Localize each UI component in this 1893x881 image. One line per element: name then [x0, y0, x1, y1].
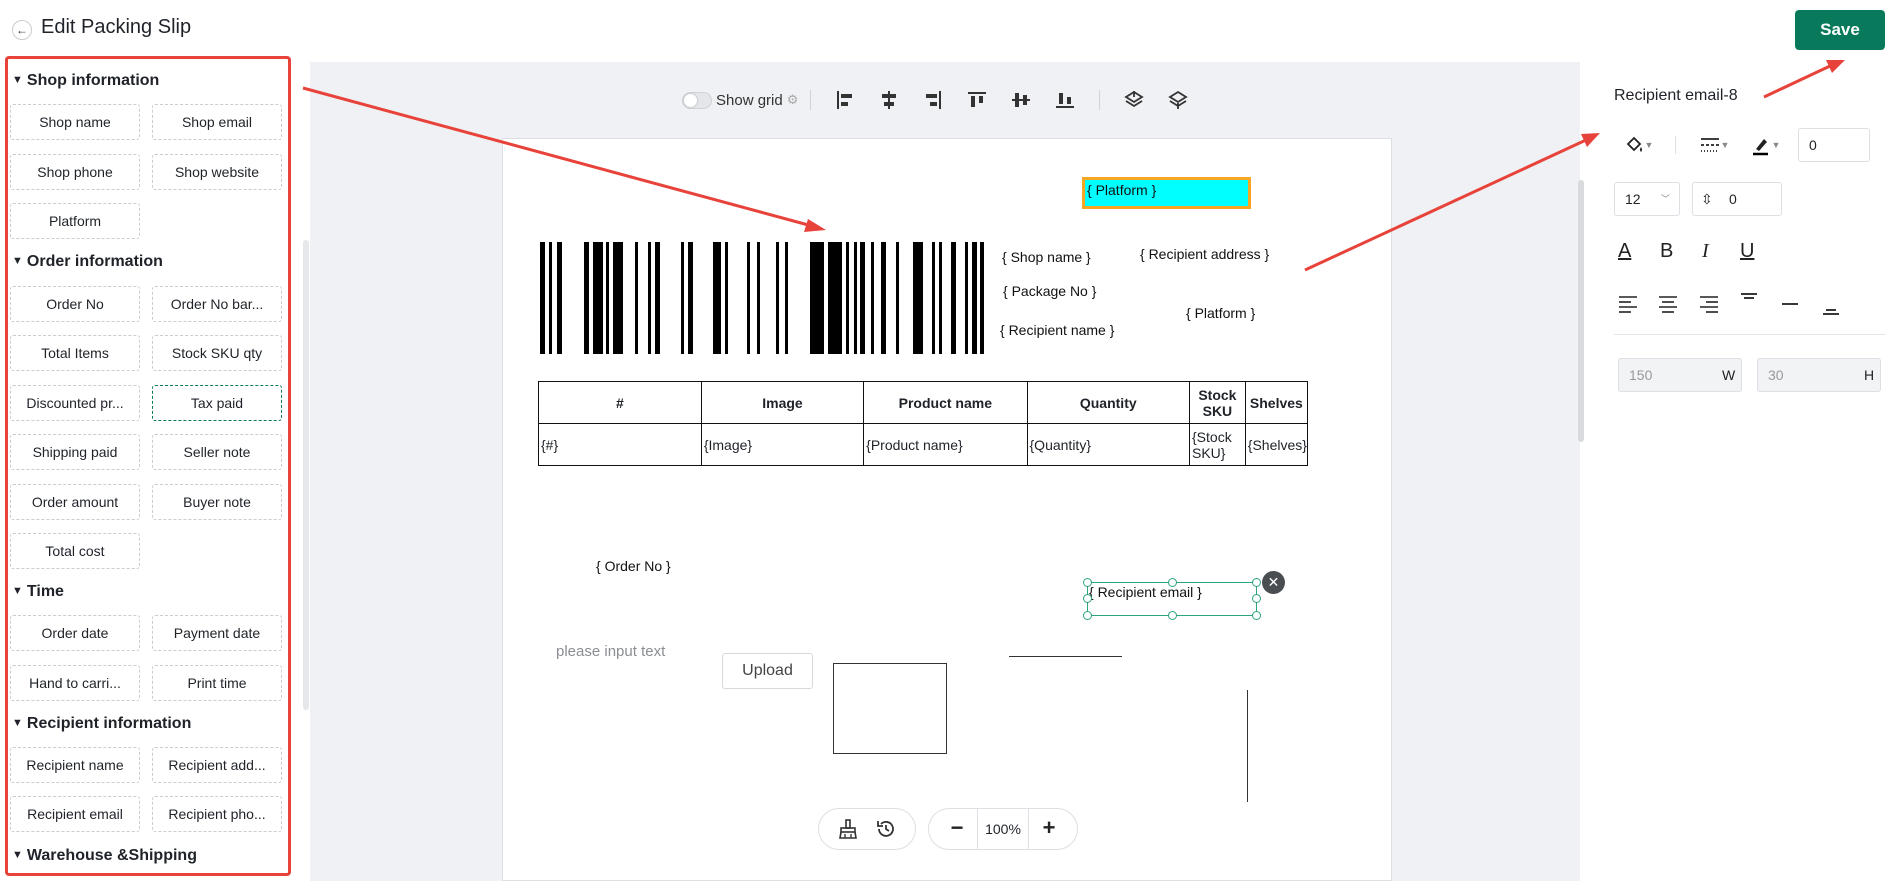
table-header-cell: Stock SKU — [1189, 381, 1246, 424]
underline-icon[interactable]: U — [1740, 240, 1754, 263]
shop-name-element[interactable]: { Shop name } — [1002, 249, 1091, 265]
left-panel-highlight-annotation — [5, 56, 291, 876]
border-style-icon[interactable]: ▼ — [1694, 132, 1734, 158]
table-header-cell: Image — [700, 381, 865, 424]
width-unit-label: W — [1722, 367, 1736, 383]
font-size-value: 12 — [1625, 191, 1641, 207]
resize-handle[interactable] — [1083, 611, 1092, 620]
height-unit-label: H — [1864, 367, 1875, 383]
clear-history-pill — [818, 808, 916, 850]
text-align-center-icon[interactable] — [1656, 292, 1680, 316]
zoom-in-button[interactable]: + — [1029, 809, 1069, 849]
recipient-email-text: { Recipient email } — [1089, 584, 1202, 600]
order-barcode[interactable] — [538, 242, 986, 354]
align-bottom-icon[interactable] — [1051, 86, 1079, 114]
panel-divider — [1614, 334, 1886, 335]
text-color-icon[interactable]: A — [1618, 240, 1631, 263]
panel-divider — [1675, 136, 1676, 154]
table-cell: {Shelves} — [1244, 423, 1309, 466]
align-left-icon[interactable] — [831, 86, 859, 114]
line-spacing-value: 0 — [1729, 191, 1737, 207]
table-header-cell: # — [538, 381, 702, 424]
align-center-icon[interactable] — [875, 86, 903, 114]
vertical-align-bottom-icon[interactable] — [1819, 296, 1843, 320]
table-header-cell: Product name — [863, 381, 1028, 424]
align-top-icon[interactable] — [963, 86, 991, 114]
text-align-right-icon[interactable] — [1697, 292, 1721, 316]
table-header-cell: Quantity — [1026, 381, 1190, 424]
save-button[interactable]: Save — [1795, 10, 1885, 50]
fill-color-bucket-icon[interactable]: ▼ — [1618, 132, 1658, 158]
platform-mid-element[interactable]: { Platform } — [1186, 305, 1255, 321]
text-align-left-icon[interactable] — [1616, 292, 1640, 316]
order-no-element[interactable]: { Order No } — [596, 558, 671, 574]
delete-element-close-icon[interactable]: ✕ — [1262, 571, 1285, 594]
recipient-name-element[interactable]: { Recipient name } — [1000, 322, 1114, 338]
resize-handle[interactable] — [1252, 611, 1261, 620]
header: ← Edit Packing Slip Save — [0, 0, 1893, 62]
bring-forward-icon[interactable] — [1120, 86, 1148, 114]
zoom-level: 100% — [977, 809, 1029, 849]
send-backward-icon[interactable] — [1164, 86, 1192, 114]
platform-top-element[interactable]: { Platform } — [1082, 177, 1251, 209]
page-title: Edit Packing Slip — [41, 16, 192, 38]
vertical-align-top-icon[interactable] — [1737, 288, 1761, 312]
table-row: {#} {Image} {Product name} {Quantity} {S… — [538, 423, 1309, 466]
table-cell: {Product name} — [863, 423, 1028, 466]
back-arrow-icon[interactable]: ← — [12, 20, 32, 40]
show-grid-label: Show grid — [716, 91, 783, 109]
resize-handle[interactable] — [1083, 594, 1092, 603]
horizontal-line-element[interactable] — [1009, 656, 1122, 657]
table-cell: {Stock SKU} — [1189, 423, 1246, 466]
recipient-address-element[interactable]: { Recipient address } — [1140, 246, 1269, 262]
products-table[interactable]: # Image Product name Quantity Stock SKU … — [538, 381, 1309, 466]
rectangle-element[interactable] — [833, 663, 947, 754]
clear-canvas-broom-icon[interactable] — [829, 810, 867, 848]
selected-element-title: Recipient email-8 — [1614, 87, 1738, 104]
vertical-line-element[interactable] — [1247, 690, 1248, 802]
border-color-pen-icon[interactable]: ▼ — [1745, 132, 1785, 158]
toolbar-divider — [810, 90, 812, 110]
canvas-toolbar: Show grid ⚙ — [682, 85, 1200, 115]
grid-settings-gear-icon[interactable]: ⚙ — [787, 92, 799, 108]
align-right-icon[interactable] — [919, 86, 947, 114]
text-element-placeholder[interactable]: please input text — [556, 643, 665, 660]
height-input[interactable]: 30 — [1757, 358, 1881, 392]
table-header-cell: Shelves — [1244, 381, 1309, 424]
resize-handle[interactable] — [1083, 578, 1092, 587]
line-spacing-icon: ⇳ — [1701, 191, 1713, 207]
resize-handle[interactable] — [1168, 578, 1177, 587]
align-middle-icon[interactable] — [1007, 86, 1035, 114]
table-cell: {#} — [538, 423, 702, 466]
table-header-row: # Image Product name Quantity Stock SKU … — [538, 381, 1309, 424]
left-panel-scrollbar[interactable] — [303, 240, 309, 710]
resize-handle[interactable] — [1252, 578, 1261, 587]
line-spacing-input[interactable]: ⇳ 0 — [1692, 182, 1782, 216]
zoom-control: − 100% + — [928, 808, 1078, 850]
italic-icon[interactable]: I — [1702, 240, 1709, 263]
zoom-out-button[interactable]: − — [937, 809, 977, 849]
border-width-input[interactable]: 0 — [1798, 128, 1870, 162]
vertical-align-middle-icon[interactable] — [1778, 292, 1802, 316]
resize-handle[interactable] — [1252, 594, 1261, 603]
font-size-select[interactable]: 12 ﹀ — [1614, 182, 1680, 216]
history-icon[interactable] — [867, 810, 905, 848]
chevron-down-icon: ﹀ — [1661, 194, 1671, 204]
toolbar-divider — [1099, 90, 1101, 110]
table-cell: {Quantity} — [1026, 423, 1190, 466]
resize-handle[interactable] — [1168, 611, 1177, 620]
show-grid-toggle[interactable] — [682, 91, 712, 109]
package-no-element[interactable]: { Package No } — [1003, 283, 1096, 299]
upload-image-button[interactable]: Upload — [722, 653, 813, 689]
bold-icon[interactable]: B — [1660, 240, 1673, 263]
table-cell: {Image} — [700, 423, 865, 466]
